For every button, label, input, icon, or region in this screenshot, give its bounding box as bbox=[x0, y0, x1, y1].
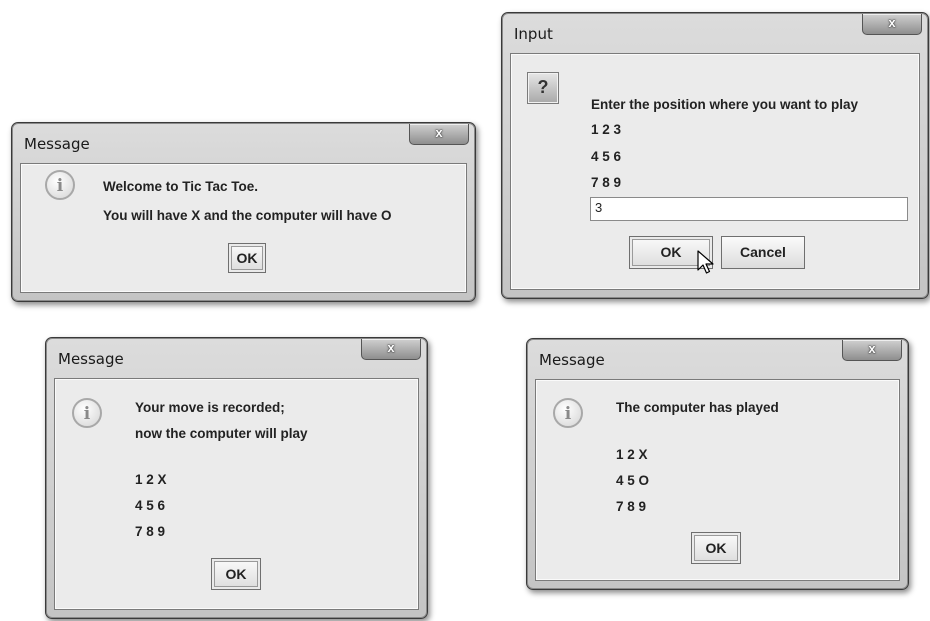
close-icon: x bbox=[888, 15, 896, 30]
message-line-2: You will have X and the computer will ha… bbox=[103, 208, 392, 223]
board-row-3: 7 8 9 bbox=[616, 499, 647, 514]
dialog-title: Message bbox=[539, 351, 605, 369]
position-input[interactable]: 3 bbox=[590, 197, 908, 221]
dialog-content: i Your move is recorded; now the compute… bbox=[54, 378, 419, 610]
info-icon: i bbox=[72, 398, 102, 428]
board-row-1: 1 2 X bbox=[616, 447, 648, 462]
computer-played-dialog: Message x i The computer has played 1 2 … bbox=[526, 338, 909, 590]
dialog-content: i The computer has played 1 2 X 4 5 O 7 … bbox=[535, 379, 900, 581]
welcome-message-dialog: Message x i Welcome to Tic Tac Toe. You … bbox=[11, 122, 476, 302]
info-icon: i bbox=[45, 170, 75, 200]
board-row-3: 7 8 9 bbox=[135, 524, 166, 539]
prompt-text: Enter the position where you want to pla… bbox=[591, 97, 859, 112]
info-icon: i bbox=[553, 398, 583, 428]
close-button[interactable]: x bbox=[862, 14, 922, 35]
message-line-1: Your move is recorded; bbox=[135, 400, 285, 415]
ok-button[interactable]: OK bbox=[211, 558, 261, 590]
title-bar[interactable]: Message x bbox=[527, 339, 908, 375]
message-line-1: Welcome to Tic Tac Toe. bbox=[103, 179, 259, 194]
dialog-title: Message bbox=[58, 350, 124, 368]
input-dialog: Input x ? Enter the position where you w… bbox=[501, 12, 929, 299]
mouse-pointer-icon bbox=[697, 250, 714, 274]
close-button[interactable]: x bbox=[361, 339, 421, 360]
board-row-2: 4 5 6 bbox=[135, 498, 166, 513]
close-icon: x bbox=[435, 125, 443, 140]
message-line-1: The computer has played bbox=[616, 400, 779, 415]
close-icon: x bbox=[387, 340, 395, 355]
board-row-2: 4 5 O bbox=[616, 473, 650, 488]
title-bar[interactable]: Message x bbox=[46, 338, 427, 374]
ok-button[interactable]: OK bbox=[228, 243, 266, 273]
cancel-button[interactable]: Cancel bbox=[721, 236, 805, 269]
message-line-2: now the computer will play bbox=[135, 426, 308, 441]
title-bar[interactable]: Message x bbox=[12, 123, 475, 159]
board-row-1: 1 2 X bbox=[135, 472, 167, 487]
question-icon: ? bbox=[527, 72, 559, 104]
board-row-1: 1 2 3 bbox=[591, 122, 622, 137]
dialog-title: Message bbox=[24, 135, 90, 153]
ok-button[interactable]: OK bbox=[691, 532, 741, 564]
board-row-2: 4 5 6 bbox=[591, 149, 622, 164]
close-icon: x bbox=[868, 341, 876, 356]
dialog-content: i Welcome to Tic Tac Toe. You will have … bbox=[20, 163, 467, 293]
move-recorded-dialog: Message x i Your move is recorded; now t… bbox=[45, 337, 428, 619]
board-row-3: 7 8 9 bbox=[591, 175, 622, 190]
close-button[interactable]: x bbox=[409, 124, 469, 145]
title-bar[interactable]: Input x bbox=[502, 13, 928, 49]
dialog-content: ? Enter the position where you want to p… bbox=[510, 53, 920, 290]
close-button[interactable]: x bbox=[842, 340, 902, 361]
dialog-title: Input bbox=[514, 25, 553, 43]
